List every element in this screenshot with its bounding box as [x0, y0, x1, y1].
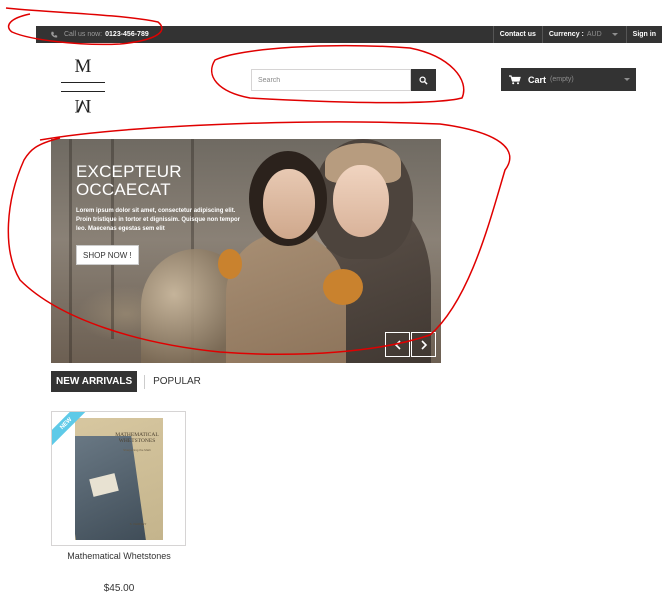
- chevron-right-icon: [420, 339, 427, 350]
- banner-title: EXCEPTEUR OCCAECAT: [76, 162, 182, 199]
- search-icon: [419, 75, 428, 85]
- cart-status: (empty): [550, 76, 574, 83]
- cart-button[interactable]: Cart (empty): [501, 68, 636, 91]
- currency-value: AUD: [586, 31, 602, 38]
- phone-icon: [51, 31, 58, 38]
- search-button[interactable]: [411, 69, 436, 91]
- call-label: Call us now:: [64, 31, 103, 38]
- banner-face-right: [333, 165, 389, 237]
- currency-selector[interactable]: Currency : AUD: [541, 26, 626, 43]
- logo-rule-bottom: [61, 91, 105, 92]
- tab-divider: [144, 374, 146, 389]
- tab-popular[interactable]: POPULAR: [153, 376, 201, 387]
- currency-label: Currency :: [548, 31, 584, 38]
- sign-in-link[interactable]: Sign in: [625, 26, 662, 43]
- banner-mitten: [218, 249, 242, 279]
- store-logo[interactable]: M M: [60, 56, 106, 118]
- slider-prev-button[interactable]: [385, 332, 410, 357]
- book-cover-title: MATHEMATICAL WHETSTONES: [115, 432, 159, 444]
- banner-description: Lorem ipsum dolor sit amet, consectetur …: [76, 208, 241, 232]
- product-card[interactable]: MATHEMATICAL WHETSTONES Sharpening the M…: [51, 411, 186, 546]
- tab-new-arrivals[interactable]: NEW ARRIVALS: [51, 371, 138, 392]
- banner-mitten: [323, 269, 363, 305]
- search-input[interactable]: [251, 69, 411, 91]
- product-tabs: NEW ARRIVALS POPULAR: [51, 371, 201, 392]
- banner-tree: [69, 139, 72, 363]
- slider-next-button[interactable]: [411, 332, 436, 357]
- shop-now-button[interactable]: SHOP NOW !: [76, 245, 139, 265]
- logo-letter-top: M: [74, 56, 92, 77]
- logo-rule-top: [61, 82, 105, 83]
- chevron-left-icon: [394, 339, 401, 350]
- product-image[interactable]: MATHEMATICAL WHETSTONES Sharpening the M…: [75, 418, 163, 540]
- logo-letter-bottom: M: [74, 95, 92, 116]
- book-cover-author: S. KEIRSEY: [129, 522, 147, 526]
- banner-face-left: [263, 169, 315, 239]
- chevron-down-icon: [624, 78, 630, 81]
- search-form: [251, 69, 436, 91]
- product-name[interactable]: Mathematical Whetstones: [51, 551, 187, 561]
- cart-label: Cart: [528, 74, 547, 85]
- cart-icon: [509, 74, 521, 84]
- phone-info: Call us now: 0123-456-789: [50, 26, 149, 43]
- slider-controls: [385, 332, 437, 357]
- book-cover-subtitle: Sharpening the Math: [123, 448, 151, 452]
- product-price: $45.00: [103, 583, 135, 594]
- contact-link[interactable]: Contact us: [492, 26, 542, 43]
- top-nav-bar: Call us now: 0123-456-789 Contact us Cur…: [36, 26, 662, 43]
- hero-slider[interactable]: EXCEPTEUR OCCAECAT Lorem ipsum dolor sit…: [51, 139, 441, 363]
- phone-number: 0123-456-789: [105, 31, 149, 38]
- chevron-down-icon: [611, 33, 618, 36]
